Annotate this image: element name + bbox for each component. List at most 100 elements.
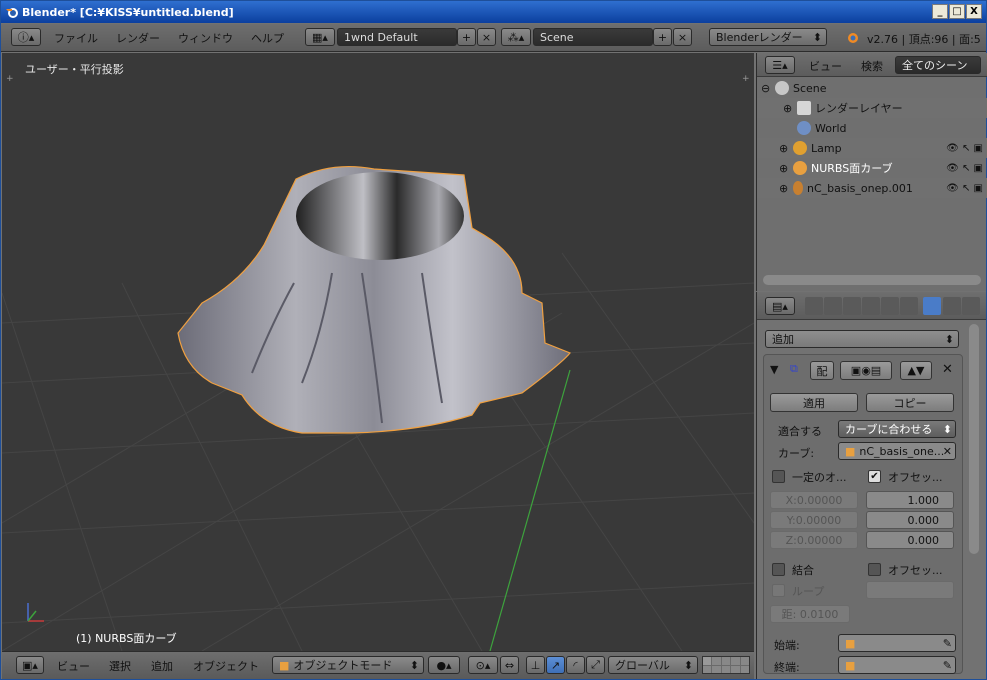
apply-button[interactable]: 適用 — [770, 393, 858, 412]
end-cap-field[interactable]: ■ ✎ — [838, 656, 956, 674]
merge-distance-field[interactable]: 距: 0.0100 — [770, 605, 850, 623]
fit-dropdown[interactable]: カーブに合わせる ⬍ — [838, 420, 956, 438]
clear-field-icon[interactable]: ✕ — [943, 445, 952, 458]
menu-help[interactable]: ヘルプ — [244, 30, 291, 46]
viewport-scene — [2, 165, 754, 651]
menu-select[interactable]: 選択 — [109, 658, 131, 674]
data-tab-icon[interactable] — [943, 297, 961, 315]
viewport-header: ▣▴ ビュー 選択 追加 オブジェクト ■ オブジェクトモード ⬍ ●▴ ⊙▴ … — [2, 651, 754, 679]
relative-y-field[interactable]: 0.000 — [866, 511, 954, 529]
constant-z-field[interactable]: Z:0.00000 — [770, 531, 858, 549]
move-up-down-icon[interactable]: ▲▼ — [900, 361, 932, 380]
outliner-row-world[interactable]: World — [757, 118, 987, 138]
start-cap-object-icon: ■ — [845, 636, 856, 650]
loop-checkbox[interactable] — [772, 584, 785, 597]
expand-icon[interactable]: ⊕ — [779, 162, 793, 175]
layer-buttons[interactable] — [702, 656, 750, 674]
menu-render[interactable]: レンダー — [109, 30, 167, 46]
maximize-button[interactable]: □ — [949, 4, 965, 19]
layout-screen-icon[interactable]: ▦▴ — [305, 28, 335, 46]
outliner-row-label: Lamp — [811, 141, 842, 155]
constant-offset-checkbox[interactable] — [772, 470, 785, 483]
expand-icon[interactable]: ⊕ — [783, 102, 797, 115]
outliner-row-render-layers[interactable]: ⊕ レンダーレイヤー — [757, 98, 987, 118]
3d-viewport[interactable]: ユーザー・平行投影 + + (1) NURBS面カーブ — [2, 53, 754, 651]
outliner-row-nurbs[interactable]: ⊕ NURBS面カーブ 👁 ↖ ▣ — [757, 158, 987, 178]
orientation-selector[interactable]: グローバル ⬍ — [608, 656, 698, 674]
expand-icon[interactable]: ⊕ — [779, 142, 793, 155]
outliner-row-label: nC_basis_onep.001 — [807, 181, 913, 195]
minimize-button[interactable]: _ — [932, 4, 948, 19]
outliner-row-lamp[interactable]: ⊕ Lamp 👁 ↖ ▣ — [757, 138, 987, 158]
remove-layout-icon[interactable]: × — [477, 28, 496, 46]
horizontal-scrollbar[interactable] — [763, 275, 981, 285]
scale-icon[interactable]: ⤢ — [586, 656, 605, 674]
add-modifier-dropdown[interactable]: 追加 ⬍ — [765, 330, 959, 348]
render-engine-selector[interactable]: Blenderレンダー ⬍ — [709, 28, 827, 46]
object-tab-icon[interactable] — [881, 297, 899, 315]
editor-type-outliner-icon[interactable]: ☰▴ — [765, 56, 795, 74]
scene-tab-icon[interactable] — [843, 297, 861, 315]
outliner-row-scene[interactable]: ⊖ Scene — [757, 78, 987, 98]
menu-object[interactable]: オブジェクト — [193, 658, 259, 674]
pivot-point-icon[interactable]: ⊙▴ — [468, 656, 498, 674]
outliner-display-mode[interactable]: 全てのシーン — [895, 56, 981, 74]
eyedropper-icon[interactable]: ✎ — [943, 659, 952, 672]
manipulator-toggle-icon[interactable]: ⇔ — [500, 656, 519, 674]
constant-y-field[interactable]: Y:0.00000 — [770, 511, 858, 529]
scene-icon[interactable]: ⁂▴ — [501, 28, 531, 46]
copy-button[interactable]: コピー — [866, 393, 954, 412]
constant-x-field[interactable]: X:0.00000 — [770, 491, 858, 509]
outliner-view-menu[interactable]: ビュー — [809, 58, 842, 74]
axis-manipulator-icon[interactable]: ⊥ — [526, 656, 545, 674]
material-tab-icon[interactable] — [962, 297, 980, 315]
menu-window[interactable]: ウィンドウ — [171, 30, 240, 46]
curve-object-field[interactable]: ■ nC_basis_one... ✕ — [838, 442, 956, 460]
modifier-display-toggles[interactable]: ▣◉▤ — [840, 361, 892, 380]
offset-object-field[interactable] — [866, 581, 954, 599]
row-visibility-icons[interactable]: 👁 ↖ ▣ — [946, 138, 987, 158]
translate-icon[interactable]: ↗ — [546, 656, 565, 674]
remove-scene-icon[interactable]: × — [673, 28, 692, 46]
object-offset-checkbox[interactable] — [868, 563, 881, 576]
relative-offset-checkbox[interactable]: ✔ — [868, 470, 881, 483]
corner-plus-icon[interactable]: + — [6, 75, 14, 84]
row-visibility-icons[interactable]: 👁 ↖ ▣ — [946, 158, 987, 178]
menu-add[interactable]: 追加 — [151, 658, 173, 674]
properties-header: ▤▴ — [757, 292, 986, 320]
render-tab-icon[interactable] — [805, 297, 823, 315]
corner-plus-icon[interactable]: + — [742, 75, 750, 84]
outliner-row-curve[interactable]: ⊕ nC_basis_onep.001 👁 ↖ ▣ — [757, 178, 987, 198]
relative-z-field[interactable]: 0.000 — [866, 531, 954, 549]
world-tab-icon[interactable] — [862, 297, 880, 315]
merge-checkbox[interactable] — [772, 563, 785, 576]
relative-x-field[interactable]: 1.000 — [866, 491, 954, 509]
expand-icon[interactable]: ⊕ — [779, 182, 793, 195]
shading-solid-icon[interactable]: ●▴ — [428, 656, 460, 674]
modifier-type-icon: ⧉ — [790, 362, 798, 375]
remove-modifier-icon[interactable]: ✕ — [942, 362, 953, 377]
wrench-modifier-tab-icon[interactable] — [923, 297, 941, 315]
collapse-icon[interactable]: ⊖ — [761, 82, 775, 95]
row-visibility-icons[interactable]: 👁 ↖ ▣ — [946, 178, 987, 198]
constraints-tab-icon[interactable] — [900, 297, 918, 315]
render-layers-tab-icon[interactable] — [824, 297, 842, 315]
add-scene-icon[interactable]: + — [653, 28, 672, 46]
outliner-search-menu[interactable]: 検索 — [861, 58, 883, 74]
modifier-name-field[interactable]: 配 — [810, 361, 834, 380]
editor-type-properties-icon[interactable]: ▤▴ — [765, 297, 795, 315]
vertical-scrollbar[interactable] — [969, 324, 979, 554]
editor-type-3d-icon[interactable]: ▣▴ — [16, 656, 44, 674]
panel-collapse-icon[interactable]: ▼ — [770, 363, 778, 376]
menu-view[interactable]: ビュー — [57, 658, 90, 674]
editor-type-info-icon[interactable]: ⓘ▴ — [11, 28, 41, 46]
menu-file[interactable]: ファイル — [47, 30, 105, 46]
layout-selector[interactable]: 1wnd Default — [337, 28, 457, 46]
rotate-icon[interactable]: ◜ — [566, 656, 585, 674]
eyedropper-icon[interactable]: ✎ — [943, 637, 952, 650]
close-button[interactable]: X — [966, 4, 982, 19]
mode-selector[interactable]: ■ オブジェクトモード ⬍ — [272, 656, 424, 674]
scene-selector[interactable]: Scene — [533, 28, 653, 46]
start-cap-field[interactable]: ■ ✎ — [838, 634, 956, 652]
add-layout-icon[interactable]: + — [457, 28, 476, 46]
